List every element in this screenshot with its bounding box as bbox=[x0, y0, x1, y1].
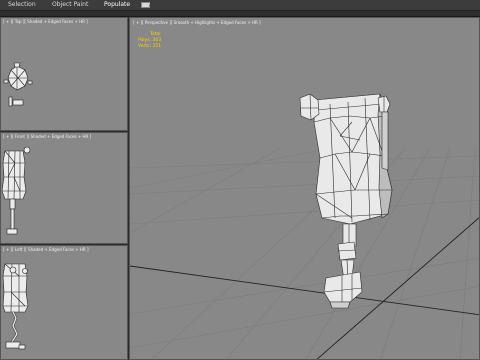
model-perspective-view bbox=[299, 93, 393, 309]
viewport-front[interactable]: [ + ][ Front ][ Shaded + Edged Faces + H… bbox=[0, 132, 128, 244]
model-top-view bbox=[3, 62, 33, 107]
tab-populate[interactable]: Populate bbox=[104, 1, 130, 8]
tab-object-paint[interactable]: Object Paint bbox=[52, 1, 88, 8]
viewport-top[interactable]: [ + ][ Top ][ Shaded + Edged Faces + HR … bbox=[0, 17, 128, 131]
chevron-down-icon[interactable]: ▾ bbox=[147, 1, 150, 8]
ribbon-tab-bar: Selection Object Paint Populate ▾ bbox=[0, 0, 480, 11]
model-front-view bbox=[1, 146, 31, 235]
viewport-perspective[interactable]: [ + ][ Perspective ][ Smooth + Highlight… bbox=[129, 17, 480, 360]
tab-selection[interactable]: Selection bbox=[8, 1, 36, 8]
viewport-left[interactable]: [ + ][ Left ][ Shaded + Edged Faces + HR… bbox=[0, 245, 128, 360]
model-left-view bbox=[2, 263, 29, 350]
